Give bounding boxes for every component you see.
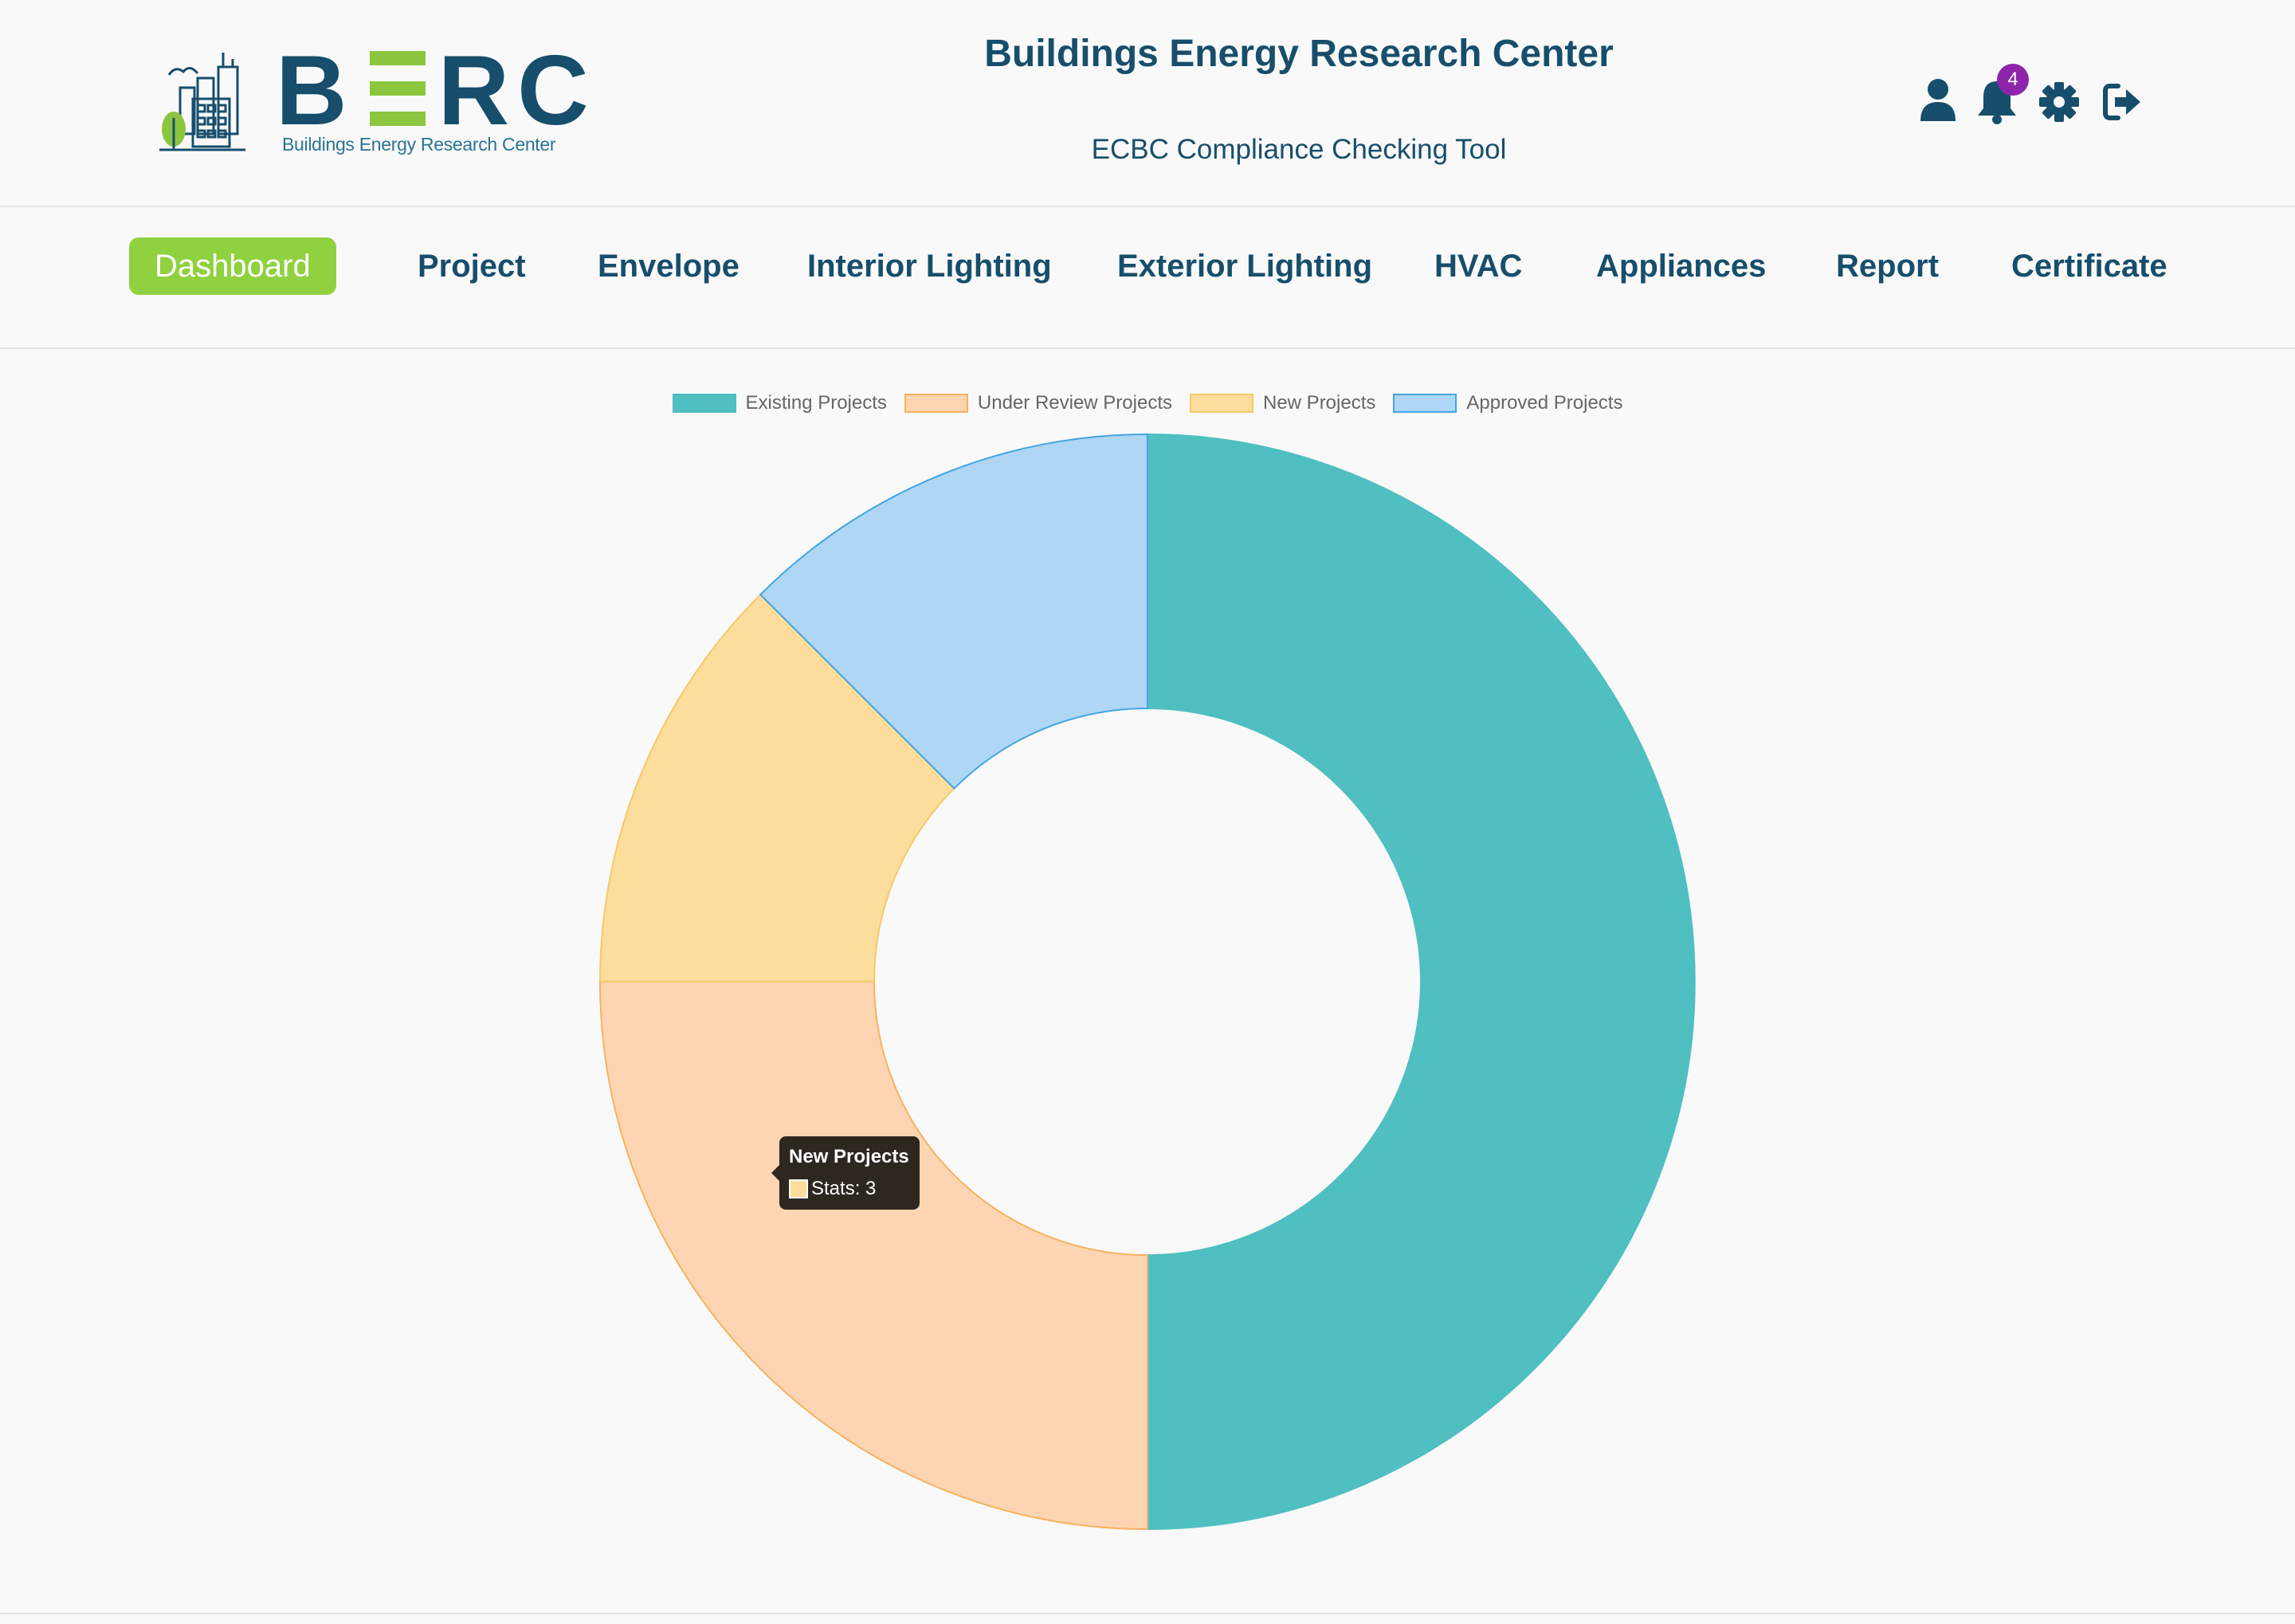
- nav-dashboard[interactable]: Dashboard: [129, 237, 336, 295]
- logo-letter-e: [369, 51, 426, 126]
- donut-slice[interactable]: [598, 981, 1148, 1531]
- chart-tooltip: New Projects Stats: 3: [771, 1136, 920, 1210]
- building-tree-logo-icon: [159, 53, 245, 151]
- logo-letter: R: [437, 36, 518, 146]
- app-header: B R C Buildings Energy Research Center B…: [0, 0, 2295, 207]
- gear-icon[interactable]: [2037, 78, 2081, 126]
- main-nav: Dashboard Project Envelope Interior Ligh…: [0, 207, 2295, 349]
- notification-count-badge: 4: [1997, 64, 2029, 96]
- nav-exterior-lighting[interactable]: Exterior Lighting: [1117, 237, 1372, 295]
- user-icon[interactable]: [1916, 76, 1960, 124]
- tooltip-value: Stats: 3: [811, 1178, 877, 1199]
- logo-subtitle: Buildings Energy Research Center: [282, 134, 556, 155]
- nav-appliances[interactable]: Appliances: [1596, 237, 1766, 295]
- donut-slice[interactable]: [1147, 433, 1696, 1531]
- nav-envelope[interactable]: Envelope: [598, 237, 740, 295]
- logo-letter: C: [517, 36, 597, 146]
- nav-project[interactable]: Project: [418, 237, 526, 295]
- doughnut-chart: [598, 433, 1696, 1531]
- site-subtitle: ECBC Compliance Checking Tool: [1091, 134, 1507, 165]
- berc-logo[interactable]: B R C Buildings Energy Research Center: [156, 35, 589, 163]
- tooltip-swatch: [789, 1179, 808, 1198]
- sign-out-icon[interactable]: [2101, 78, 2145, 126]
- nav-report[interactable]: Report: [1836, 237, 1939, 295]
- site-title: Buildings Energy Research Center: [984, 33, 1614, 75]
- logo-letter: B: [276, 36, 355, 146]
- logo-wordmark: B R C: [276, 41, 597, 140]
- nav-certificate[interactable]: Certificate: [2011, 237, 2168, 295]
- footer-divider: [0, 1613, 2295, 1614]
- project-stats-chart: Existing Projects Under Review Projects Ne…: [0, 349, 2295, 1608]
- nav-interior-lighting[interactable]: Interior Lighting: [807, 237, 1052, 295]
- nav-hvac[interactable]: HVAC: [1434, 237, 1522, 295]
- tooltip-title: New Projects: [789, 1146, 909, 1167]
